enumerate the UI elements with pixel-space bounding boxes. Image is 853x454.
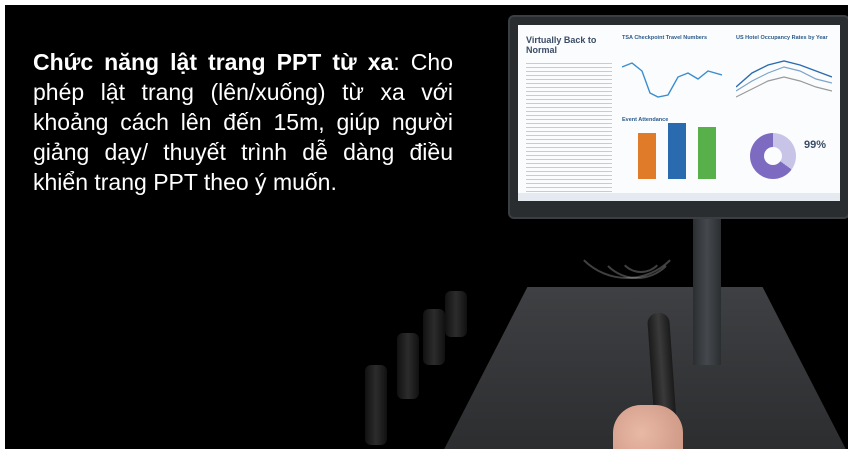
monitor-stand bbox=[693, 215, 721, 365]
signal-wave bbox=[617, 225, 665, 273]
slide-title: Virtually Back to Normal bbox=[526, 35, 597, 55]
monitor-screen: Virtually Back to Normal TSA Checkpoint … bbox=[518, 25, 840, 201]
image-frame: Chức năng lật trang PPT từ xa: Cho phép … bbox=[5, 5, 848, 449]
hotel-panel-title: US Hotel Occupancy Rates by Year bbox=[736, 35, 828, 41]
chair bbox=[397, 333, 419, 399]
chair bbox=[423, 309, 445, 365]
donut-chart bbox=[750, 133, 796, 179]
tsa-panel-title: TSA Checkpoint Travel Numbers bbox=[622, 35, 708, 41]
hand bbox=[613, 405, 683, 449]
attendance-bar bbox=[668, 123, 686, 179]
chair bbox=[445, 291, 467, 337]
meeting-room-scene: Virtually Back to Normal TSA Checkpoint … bbox=[5, 5, 848, 449]
donut-percentage: 99% bbox=[804, 139, 827, 151]
chair bbox=[365, 365, 387, 445]
hotel-line-chart bbox=[736, 60, 832, 98]
event-panel-title: Event Attendance bbox=[622, 117, 669, 123]
tsa-line-chart bbox=[622, 62, 722, 98]
attendance-bar bbox=[698, 127, 716, 179]
